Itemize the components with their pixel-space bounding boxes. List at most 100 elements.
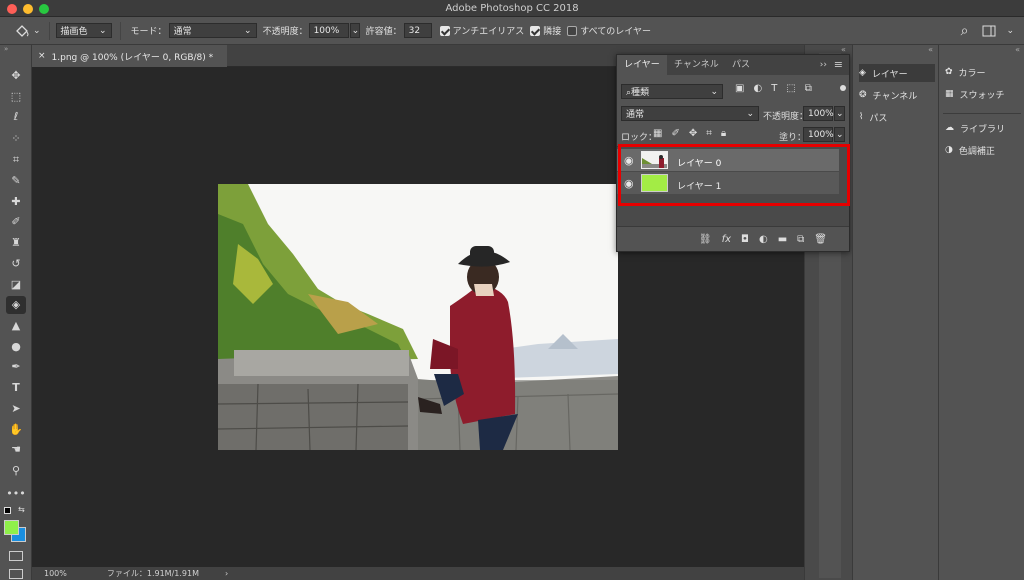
- collapse-icon[interactable]: «: [841, 45, 846, 54]
- collapse-icon[interactable]: «: [1015, 45, 1020, 54]
- chevron-down-icon: ⌄: [836, 129, 844, 140]
- healing-icon[interactable]: ✚: [6, 193, 26, 211]
- expand-icon[interactable]: ››: [820, 60, 827, 70]
- lock-artboard-icon[interactable]: ⌗: [706, 128, 712, 139]
- dock-paths-button[interactable]: ⌇ パス: [859, 108, 935, 126]
- photo-illustration: [218, 184, 618, 450]
- pen-icon[interactable]: ✒: [6, 358, 26, 376]
- type-icon[interactable]: T: [6, 379, 26, 397]
- dock-layers-button[interactable]: ◈ レイヤー: [859, 64, 935, 82]
- dock-channels-button[interactable]: ❂ チャンネル: [859, 86, 935, 104]
- screen-mode-icon[interactable]: [9, 569, 23, 579]
- blur-icon[interactable]: ▲: [6, 317, 26, 335]
- layer-filter-select[interactable]: ⌕種類 ⌄: [621, 84, 723, 99]
- smart-object-filter-icon[interactable]: ⧉: [805, 83, 812, 94]
- eyedropper-icon[interactable]: ✎: [6, 172, 26, 190]
- document-canvas-image[interactable]: [218, 184, 618, 450]
- move-icon[interactable]: ✥: [6, 67, 26, 85]
- dodge-icon[interactable]: ●: [6, 338, 26, 356]
- dock-adjustments-button[interactable]: ◑ 色調補正: [945, 141, 1021, 159]
- lock-position-icon[interactable]: ✥: [689, 128, 697, 139]
- fill-dropdown[interactable]: ⌄: [834, 127, 845, 142]
- tolerance-field[interactable]: 32: [403, 23, 432, 38]
- trash-icon[interactable]: 🗑︎: [814, 234, 827, 245]
- paths-icon: ⌇: [859, 112, 864, 122]
- marquee-icon[interactable]: ⬚: [6, 88, 26, 106]
- collapse-icon[interactable]: »: [4, 45, 8, 53]
- chevron-down-icon[interactable]: ⌄: [1006, 26, 1014, 36]
- link-icon[interactable]: ⛓: [699, 234, 712, 245]
- foreground-color-swatch[interactable]: [4, 520, 19, 535]
- default-colors-icon[interactable]: [4, 507, 11, 514]
- title-bar: Adobe Photoshop CC 2018: [0, 0, 1024, 17]
- new-layer-icon[interactable]: ⧉: [797, 234, 804, 245]
- zoom-level[interactable]: 100%: [44, 569, 67, 578]
- dock-swatches-button[interactable]: ▦ スウォッチ: [945, 85, 1021, 103]
- tab-paths[interactable]: パス: [725, 55, 757, 75]
- quick-mask-icon[interactable]: [9, 551, 23, 561]
- lock-transparent-icon[interactable]: ▦: [653, 128, 662, 139]
- lock-label: ロック：: [621, 133, 658, 143]
- more-icon[interactable]: •••: [6, 485, 26, 503]
- panel-menu-icon[interactable]: ≡: [834, 58, 843, 71]
- close-icon[interactable]: ×: [38, 51, 46, 61]
- status-bar: 100% ファイル：1.91M/1.91M ›: [32, 567, 804, 580]
- status-menu-arrow[interactable]: ›: [225, 569, 228, 578]
- path-select-icon[interactable]: ➤: [6, 400, 26, 418]
- filter-toggle-icon[interactable]: [840, 85, 846, 91]
- mode-select[interactable]: 通常 ⌄: [168, 23, 257, 38]
- adjustment-filter-icon[interactable]: ◐: [753, 83, 762, 94]
- blend-mode-select[interactable]: 通常 ⌄: [621, 106, 759, 121]
- contiguous-checkbox[interactable]: 隣接: [530, 24, 561, 37]
- paint-bucket-icon: [16, 24, 29, 37]
- type-filter-icon[interactable]: T: [771, 83, 777, 94]
- stamp-icon[interactable]: ♜: [6, 234, 26, 252]
- collapse-icon[interactable]: «: [928, 45, 933, 54]
- lasso-icon[interactable]: ℓ: [6, 108, 26, 126]
- tolerance-label: 許容値：: [365, 27, 402, 37]
- paint-bucket-icon[interactable]: ◈: [6, 296, 26, 314]
- history-brush-icon[interactable]: ↺: [6, 255, 26, 273]
- fill-field[interactable]: 100%: [803, 127, 834, 142]
- layer-opacity-dropdown[interactable]: ⌄: [834, 106, 845, 121]
- chevron-down-icon: ⌄: [351, 25, 360, 36]
- layers-panel: レイヤー チャンネル パス ›› ≡ ⌕種類 ⌄ ▣ ◐ T ⬚ ⧉ 通常 ⌄ 不透…: [616, 54, 850, 252]
- chevron-down-icon: ⌄: [33, 25, 41, 36]
- mask-icon[interactable]: ◘: [741, 234, 749, 245]
- lock-image-icon[interactable]: ✐: [671, 128, 679, 139]
- quick-select-icon[interactable]: ⁘: [6, 130, 26, 148]
- divider: [48, 21, 50, 40]
- search-icon[interactable]: ⌕: [961, 23, 969, 39]
- folder-icon[interactable]: ▬: [778, 234, 787, 245]
- document-tab[interactable]: × 1.png @ 100% (レイヤー 0, RGB/8) *: [32, 45, 227, 67]
- swap-colors-icon[interactable]: ⇆: [18, 505, 25, 514]
- all-layers-checkbox[interactable]: すべてのレイヤー: [567, 24, 651, 37]
- zoom-icon[interactable]: ⚲: [6, 462, 26, 480]
- divider: [119, 21, 121, 40]
- shape-filter-icon[interactable]: ⬚: [786, 83, 795, 94]
- paint-bucket-tool-preset[interactable]: ⌄: [14, 24, 41, 38]
- dock-color-button[interactable]: ✿ カラー: [945, 63, 1021, 81]
- adjustment-layer-icon[interactable]: ◐: [759, 234, 768, 245]
- opacity-dropdown[interactable]: ⌄: [349, 23, 360, 38]
- image-filter-icon[interactable]: ▣: [735, 83, 744, 94]
- workspace-icon[interactable]: [982, 25, 996, 37]
- shape-icon[interactable]: ✋: [6, 421, 26, 439]
- adjustments-icon: ◑: [945, 145, 953, 155]
- tab-channels[interactable]: チャンネル: [667, 55, 726, 75]
- chevron-down-icon: ⌄: [746, 108, 754, 119]
- crop-icon[interactable]: ⌗: [6, 151, 26, 169]
- channels-icon: ❂: [859, 90, 867, 100]
- fill-source-select[interactable]: 描画色 ⌄: [55, 23, 112, 38]
- lock-all-icon[interactable]: 🔒︎: [721, 128, 726, 139]
- dock-libraries-button[interactable]: ☁ ライブラリ: [945, 119, 1021, 137]
- layers-icon: ◈: [859, 68, 866, 78]
- brush-icon[interactable]: ✐: [6, 213, 26, 231]
- antialias-checkbox[interactable]: アンチエイリアス: [439, 24, 524, 37]
- eraser-icon[interactable]: ◪: [6, 276, 26, 294]
- tab-layers[interactable]: レイヤー: [617, 55, 667, 75]
- layer-opacity-field[interactable]: 100%: [803, 106, 834, 121]
- opacity-field[interactable]: 100%: [308, 23, 349, 38]
- fx-icon[interactable]: fx: [722, 234, 731, 245]
- hand-icon[interactable]: ☚: [6, 441, 26, 459]
